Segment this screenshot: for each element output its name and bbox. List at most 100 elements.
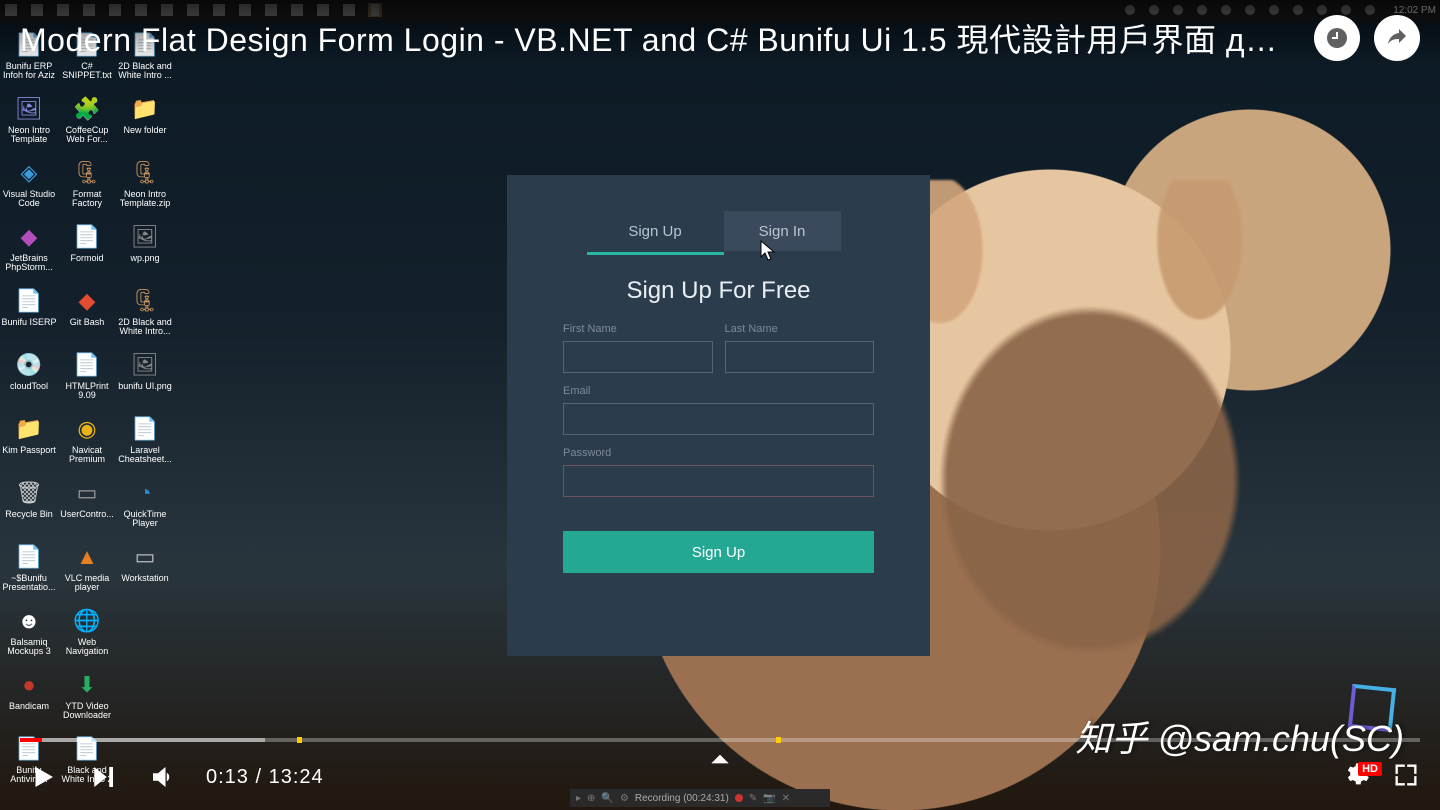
desktop-icon-label: Recycle Bin xyxy=(5,510,53,519)
desktop-icon[interactable]: ▲VLC media player xyxy=(58,538,116,602)
desktop-icon-label: 2D Black and White Intro ... xyxy=(117,62,173,81)
password-label: Password xyxy=(563,447,874,459)
desktop-icon xyxy=(116,666,174,730)
desktop-icon-label: Web Navigation xyxy=(59,638,115,657)
desktop-icon-label: Bunifu ISERP xyxy=(1,318,56,327)
desktop-icon[interactable]: 🖼bunifu UI.png xyxy=(116,346,174,410)
desktop-icon-label: C# SNIPPET.txt xyxy=(59,62,115,81)
video-title: Modern Flat Design Form Login - VB.NET a… xyxy=(20,15,1280,61)
desktop-icon[interactable]: ◆JetBrains PhpStorm... xyxy=(0,218,58,282)
desktop-icon[interactable]: ◔QuickTime Player xyxy=(116,474,174,538)
desktop-icon-label: wp.png xyxy=(130,254,159,263)
desktop-icon[interactable]: 📄HTMLPrint 9.09 xyxy=(58,346,116,410)
desktop-icon-label: ~$Bunifu Presentatio... xyxy=(1,574,57,593)
watch-later-button[interactable] xyxy=(1314,15,1360,61)
share-arrow-icon xyxy=(1385,26,1409,50)
desktop-icon[interactable]: 📄~$Bunifu Presentatio... xyxy=(0,538,58,602)
desktop-icon-label: Laravel Cheatsheet... xyxy=(117,446,173,465)
duration: 13:24 xyxy=(269,766,324,788)
desktop-icon xyxy=(116,602,174,666)
desktop-icon[interactable]: ●Bandicam xyxy=(0,666,58,730)
desktop-icon-label: cloudTool xyxy=(10,382,48,391)
first-name-input[interactable] xyxy=(563,341,713,373)
desktop-icon[interactable]: 📄Bunifu ISERP xyxy=(0,282,58,346)
hd-badge: HD xyxy=(1358,762,1382,776)
desktop-icon[interactable]: 🧩CoffeeCup Web For... xyxy=(58,90,116,154)
form-heading: Sign Up For Free xyxy=(507,277,930,305)
desktop-icon-label: Git Bash xyxy=(70,318,105,327)
desktop-icon-label: CoffeeCup Web For... xyxy=(59,126,115,145)
theater-exit-icon xyxy=(1392,761,1420,789)
desktop-icon-label: New folder xyxy=(123,126,166,135)
desktop-icons: 📄Bunifu ERP Infoh for Aziz📄C# SNIPPET.tx… xyxy=(0,26,180,794)
desktop-icon[interactable]: ⬇YTD Video Downloader xyxy=(58,666,116,730)
desktop-icon-label: Visual Studio Code xyxy=(1,190,57,209)
progress-bar[interactable] xyxy=(20,738,1420,742)
tab-signin[interactable]: Sign In xyxy=(724,211,841,251)
desktop-icon[interactable]: 🗜Format Factory xyxy=(58,154,116,218)
progress-buffered xyxy=(20,738,265,742)
desktop-icon-label: Format Factory xyxy=(59,190,115,209)
player-controls: 0:13 / 13:24 HD xyxy=(0,738,1440,810)
last-name-input[interactable] xyxy=(725,341,875,373)
time-display: 0:13 / 13:24 xyxy=(206,766,324,789)
desktop-icon-label: VLC media player xyxy=(59,574,115,593)
desktop-icon-label: HTMLPrint 9.09 xyxy=(59,382,115,401)
desktop-icon-label: Workstation xyxy=(121,574,168,583)
desktop-icon[interactable]: ◉Navicat Premium xyxy=(58,410,116,474)
desktop-icon[interactable]: ◆Git Bash xyxy=(58,282,116,346)
volume-icon xyxy=(148,762,178,792)
next-icon xyxy=(88,762,118,792)
desktop-icon[interactable]: 📄Formoid xyxy=(58,218,116,282)
desktop-icon[interactable]: 💿cloudTool xyxy=(0,346,58,410)
current-time: 0:13 xyxy=(206,766,249,788)
play-button[interactable] xyxy=(20,754,66,800)
volume-button[interactable] xyxy=(140,754,186,800)
desktop-icon-label: Balsamiq Mockups 3 xyxy=(1,638,57,657)
password-input[interactable] xyxy=(563,465,874,497)
desktop-icon-label: YTD Video Downloader xyxy=(59,702,115,721)
desktop-icon[interactable]: 📁New folder xyxy=(116,90,174,154)
desktop-icon-label: Formoid xyxy=(70,254,103,263)
last-name-label: Last Name xyxy=(725,323,875,335)
first-name-label: First Name xyxy=(563,323,713,335)
share-button[interactable] xyxy=(1374,15,1420,61)
desktop-icon-label: QuickTime Player xyxy=(117,510,173,529)
desktop-icon-label: Bunifu ERP Infoh for Aziz xyxy=(1,62,57,81)
desktop-icon[interactable]: 🗜2D Black and White Intro... xyxy=(116,282,174,346)
desktop-icon[interactable]: 🖼Neon Intro Template xyxy=(0,90,58,154)
mouse-cursor-icon xyxy=(760,240,778,262)
email-label: Email xyxy=(563,385,874,397)
theater-exit-button[interactable] xyxy=(1392,761,1420,794)
desktop-icon[interactable]: 🌐Web Navigation xyxy=(58,602,116,666)
desktop-icon[interactable]: 📁Kim Passport xyxy=(0,410,58,474)
signup-form-card: Sign Up Sign In Sign Up For Free First N… xyxy=(507,175,930,656)
clock-icon xyxy=(1325,26,1349,50)
email-input[interactable] xyxy=(563,403,874,435)
desktop-icon-label: Kim Passport xyxy=(2,446,56,455)
next-button[interactable] xyxy=(80,754,126,800)
desktop-icon-label: bunifu UI.png xyxy=(118,382,172,391)
desktop-icon[interactable]: ☻Balsamiq Mockups 3 xyxy=(0,602,58,666)
desktop-icon-label: Navicat Premium xyxy=(59,446,115,465)
play-icon xyxy=(28,762,58,792)
desktop-icon[interactable]: ◈Visual Studio Code xyxy=(0,154,58,218)
signup-button[interactable]: Sign Up xyxy=(563,531,874,573)
video-stage: 12:02 PM Modern Flat Design Form Login -… xyxy=(0,0,1440,810)
desktop-icon[interactable]: 🗑Recycle Bin xyxy=(0,474,58,538)
desktop-icon[interactable]: ▭Workstation xyxy=(116,538,174,602)
form-tabs: Sign Up Sign In xyxy=(507,211,930,251)
desktop-icon[interactable]: 🖼wp.png xyxy=(116,218,174,282)
desktop-icon[interactable]: 📄Laravel Cheatsheet... xyxy=(116,410,174,474)
desktop-icon[interactable]: ▭UserContro... xyxy=(58,474,116,538)
player-title-bar: Modern Flat Design Form Login - VB.NET a… xyxy=(0,0,1440,64)
desktop-icon-label: Neon Intro Template.zip xyxy=(117,190,173,209)
desktop-icon[interactable]: 🗜Neon Intro Template.zip xyxy=(116,154,174,218)
desktop-icon-label: UserContro... xyxy=(60,510,114,519)
desktop-icon-label: Bandicam xyxy=(9,702,49,711)
tab-signup[interactable]: Sign Up xyxy=(597,211,714,251)
progress-played xyxy=(20,738,42,742)
ad-marker xyxy=(776,737,781,743)
desktop-icon-label: Neon Intro Template xyxy=(1,126,57,145)
desktop-icon-label: JetBrains PhpStorm... xyxy=(1,254,57,273)
